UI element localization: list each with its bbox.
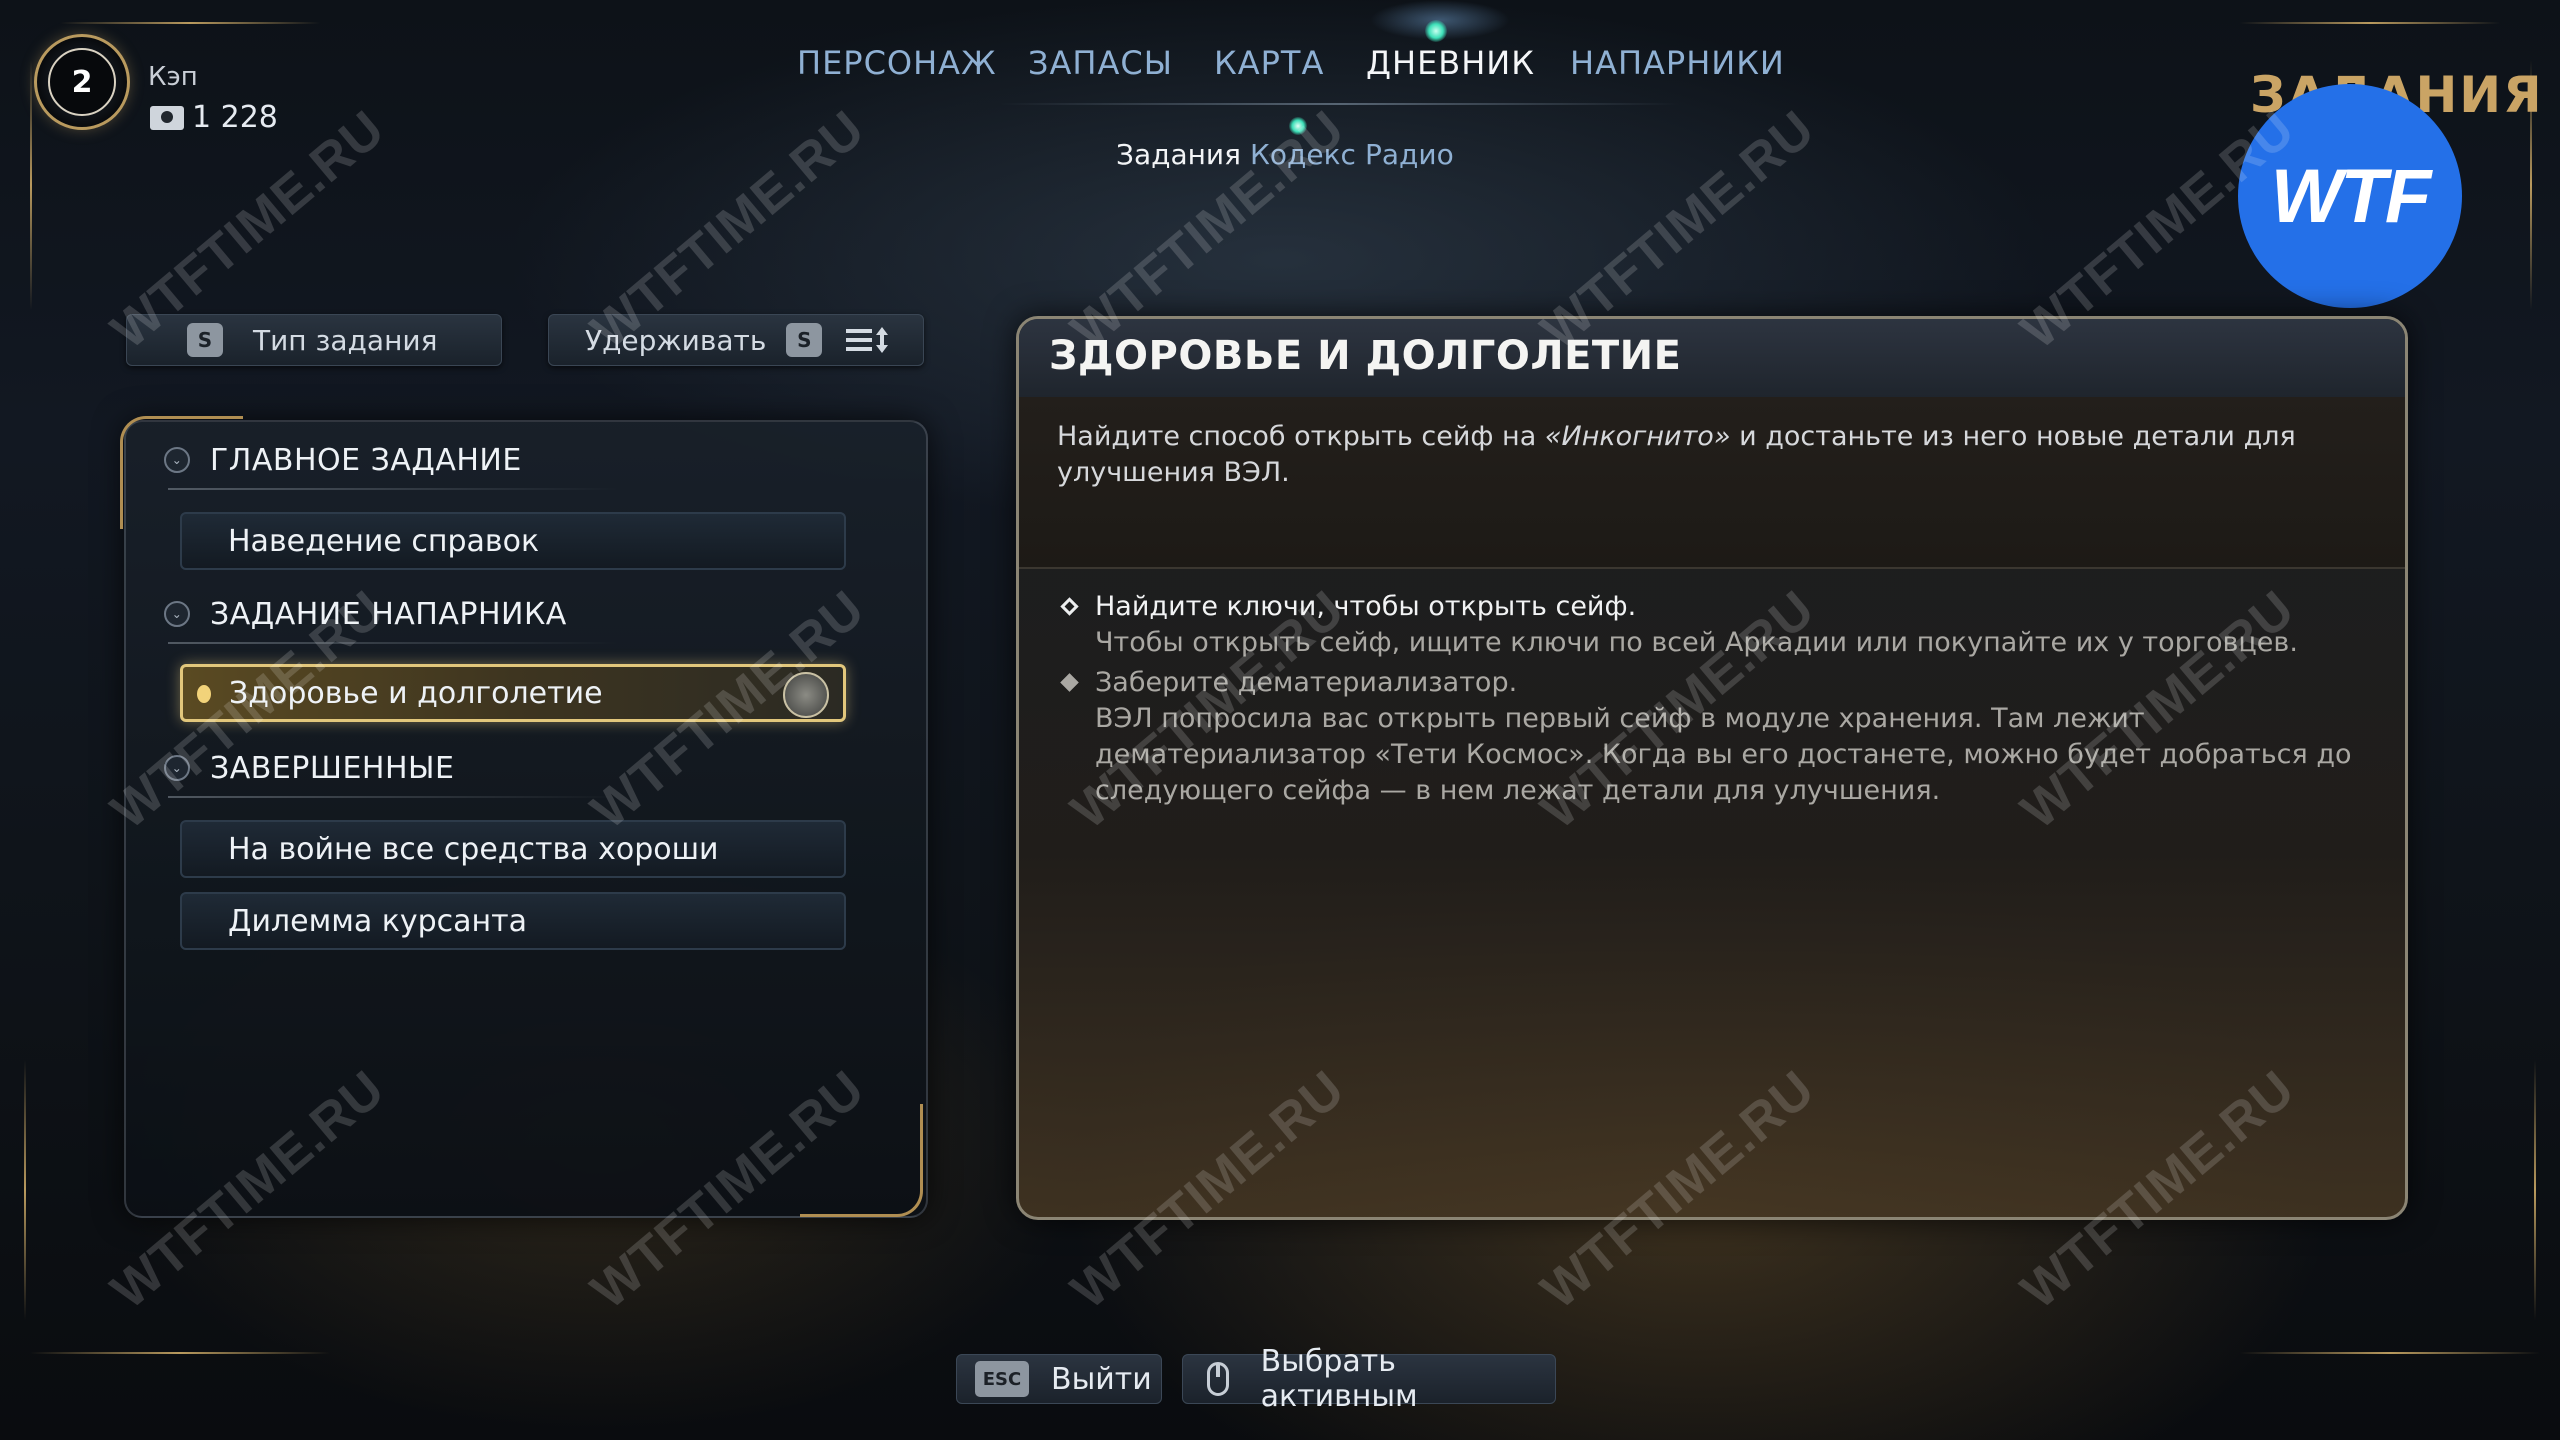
quest-item-label: Наведение справок: [228, 523, 540, 559]
player-name: Кэп: [148, 62, 198, 92]
objective-diamond-icon: [1060, 597, 1079, 616]
tab-character[interactable]: ПЕРСОНАЖ: [797, 44, 997, 82]
chevron-down-icon: ⌄: [164, 447, 190, 473]
quest-item-inquiries[interactable]: Наведение справок: [180, 512, 846, 570]
tab-companions[interactable]: НАПАРНИКИ: [1570, 44, 1785, 82]
quest-item-cadet-dilemma[interactable]: Дилемма курсанта: [180, 892, 846, 950]
subtab-quests[interactable]: Задания: [1116, 138, 1241, 171]
sort-icon: [846, 327, 889, 353]
frame-left-bottom-line: [24, 1060, 26, 1320]
section-header-main[interactable]: ⌄ ГЛАВНОЕ ЗАДАНИЕ: [164, 430, 522, 490]
active-quest-icon: [197, 685, 211, 703]
tab-map[interactable]: КАРТА: [1214, 44, 1324, 82]
chevron-down-icon: ⌄: [164, 601, 190, 627]
section-divider: [168, 796, 618, 798]
frame-left-top-line: [30, 60, 32, 310]
esc-key-icon: ESC: [975, 1361, 1029, 1397]
set-active-button[interactable]: Выбрать активным: [1182, 1344, 1556, 1414]
detail-description-box: Найдите способ открыть сейф на «Инкогнит…: [1019, 397, 2405, 569]
quest-type-label: Тип задания: [253, 323, 438, 357]
tab-journal[interactable]: ДНЕВНИК: [1366, 44, 1535, 82]
money-amount: 1 228: [192, 100, 278, 135]
tab-inventory[interactable]: ЗАПАСЫ: [1028, 44, 1173, 82]
section-divider: [168, 642, 618, 644]
quest-detail-panel: ЗДОРОВЬЕ И ДОЛГОЛЕТИЕ Найдите способ отк…: [1016, 316, 2408, 1220]
section-divider: [168, 488, 618, 490]
objective-title: Найдите ключи, чтобы открыть сейф.: [1059, 589, 2359, 625]
set-active-label: Выбрать активным: [1260, 1344, 1418, 1414]
frame-top-right-line: [2240, 22, 2500, 24]
objective-completed-diamond-icon: [1060, 673, 1079, 692]
quest-item-label: Дилемма курсанта: [228, 903, 528, 939]
key-s-icon: S: [187, 323, 223, 357]
key-s-icon: S: [786, 323, 823, 357]
section-header-main-label: ГЛАВНОЕ ЗАДАНИЕ: [210, 442, 522, 478]
frame-right-bottom-line: [2534, 1060, 2536, 1320]
section-header-completed-label: ЗАВЕРШЕННЫЕ: [210, 750, 455, 786]
currency-icon: [150, 106, 184, 130]
exit-label: Выйти: [1051, 1361, 1152, 1397]
nav-divider: [1000, 103, 1680, 105]
frame-bottom-right-line: [2240, 1352, 2540, 1354]
frame-top-left-line: [60, 22, 320, 24]
mouse-click-icon: [1207, 1362, 1229, 1396]
frame-bottom-left-line: [30, 1352, 330, 1354]
exit-button[interactable]: ESC Выйти: [956, 1354, 1162, 1404]
subtab-radio[interactable]: Радио: [1365, 138, 1454, 171]
ship-name: «Инкогнито»: [1544, 421, 1731, 452]
detail-description: Найдите способ открыть сейф на «Инкогнит…: [1057, 421, 2296, 488]
nav-active-indicator-icon: [1425, 20, 1447, 42]
level-badge: 2: [48, 48, 116, 116]
quest-item-label: На войне все средства хороши: [228, 831, 719, 867]
detail-header: ЗДОРОВЬЕ И ДОЛГОЛЕТИЕ: [1019, 319, 2405, 399]
quest-item-all-means[interactable]: На войне все средства хороши: [180, 820, 846, 878]
